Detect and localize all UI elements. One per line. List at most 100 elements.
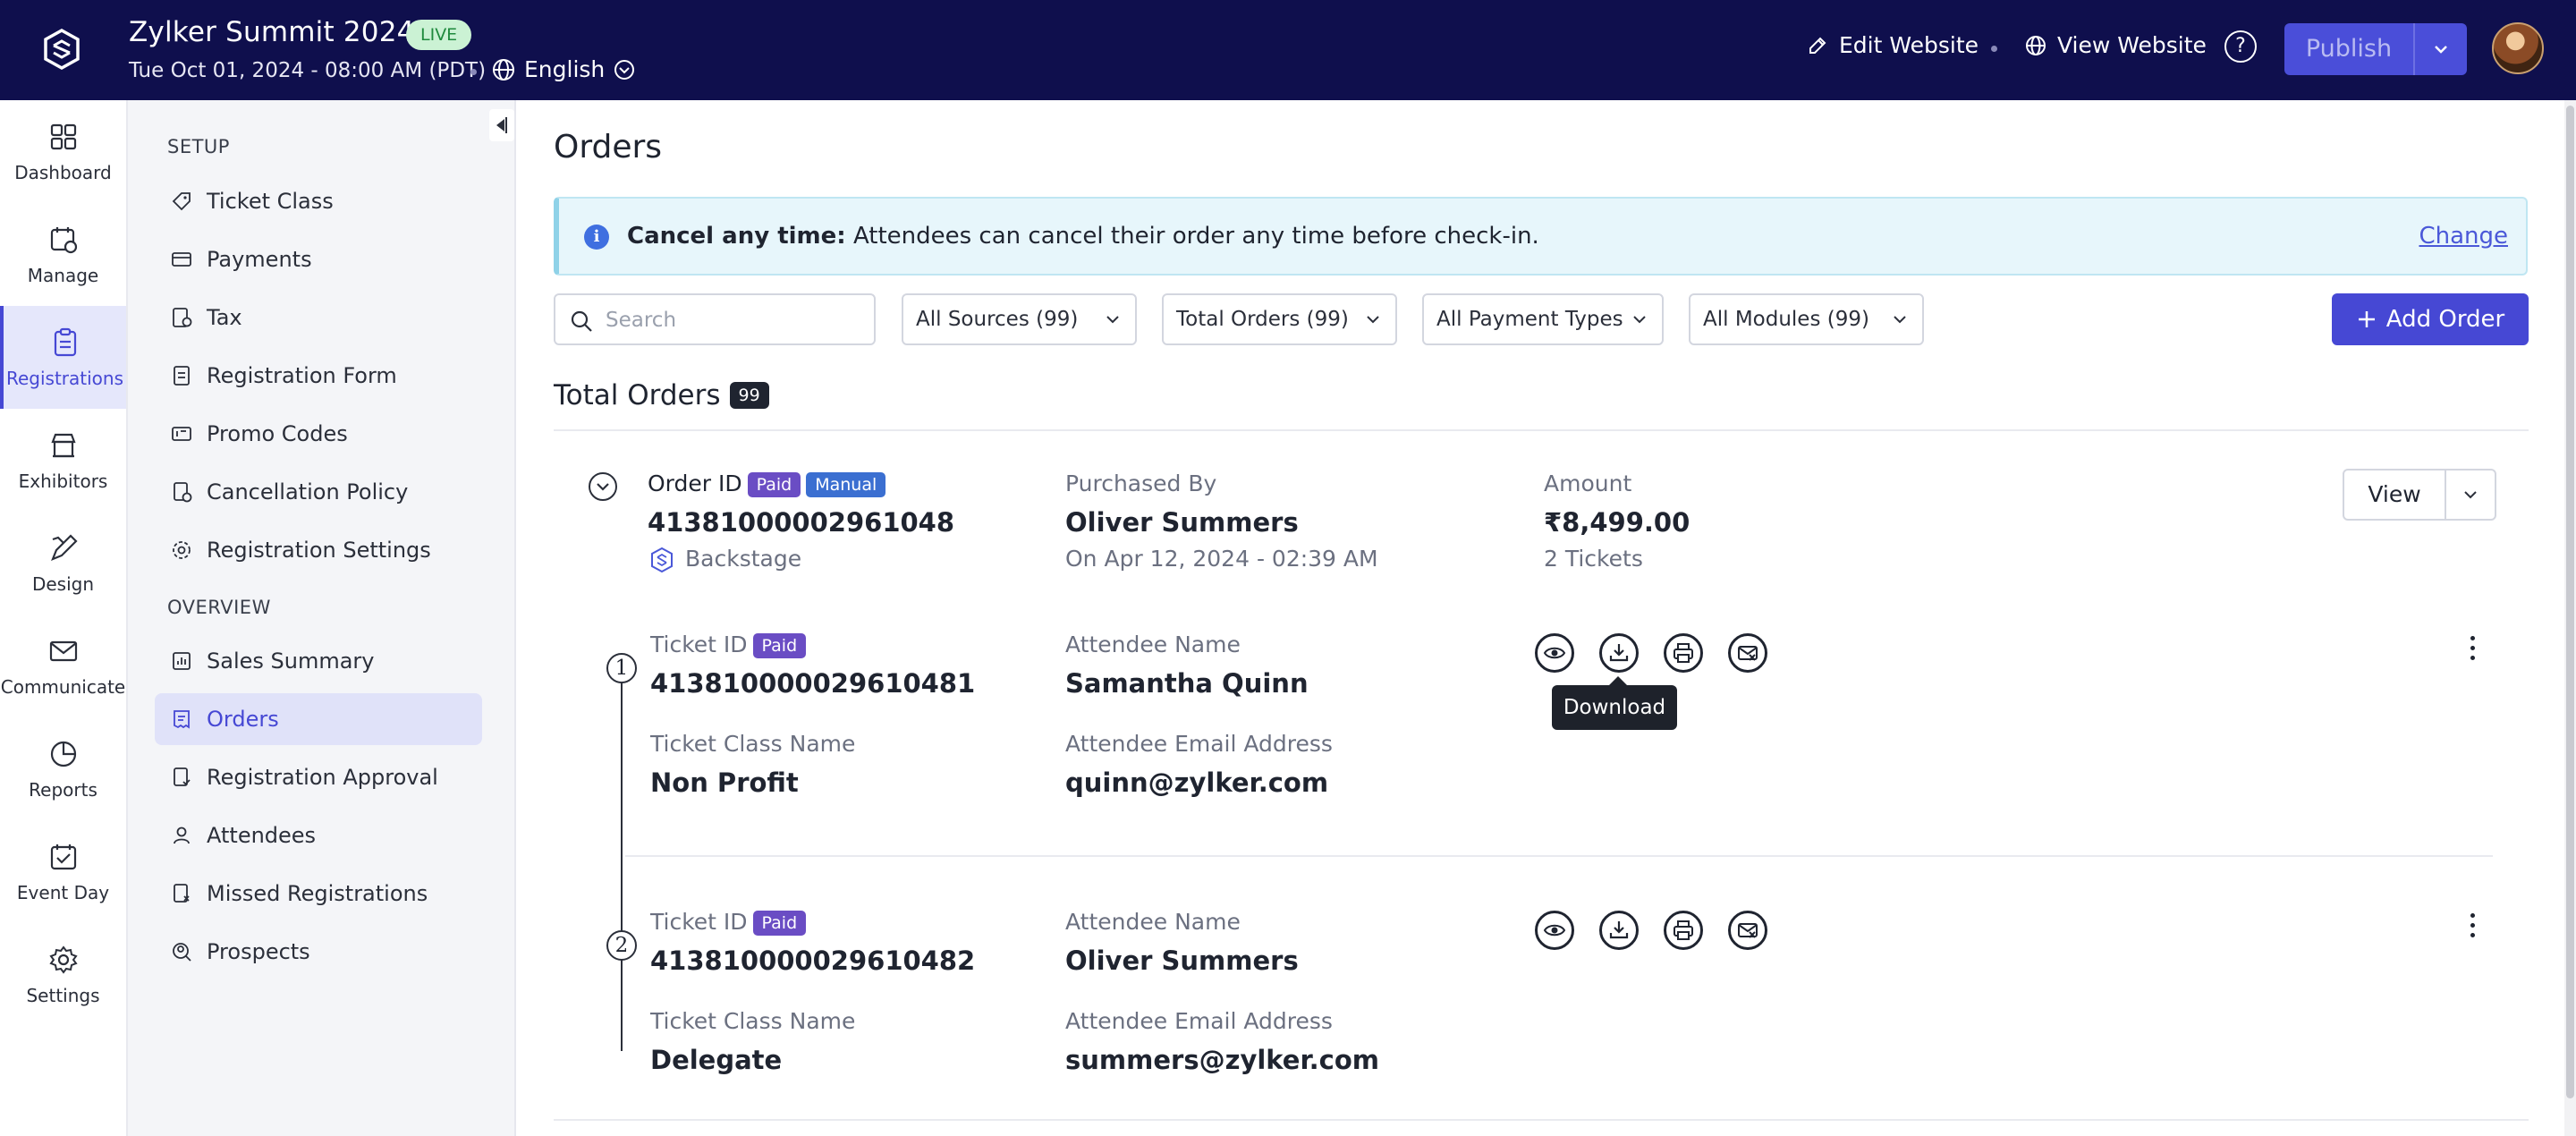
print-ticket-button[interactable]	[1664, 633, 1703, 673]
subnav-label: Cancellation Policy	[207, 479, 409, 504]
publish-options-button[interactable]	[2415, 23, 2467, 75]
rail-label: Manage	[27, 264, 99, 286]
subnav-item-orders[interactable]: Orders	[155, 693, 482, 745]
filter-payment-types[interactable]: All Payment Types	[1422, 293, 1664, 345]
subnav-item-prospects[interactable]: Prospects	[155, 926, 482, 978]
brand-logo-icon[interactable]	[39, 27, 84, 72]
publish-button[interactable]: Publish	[2284, 23, 2415, 75]
summary-icon	[173, 652, 191, 670]
resend-email-button[interactable]	[1728, 633, 1767, 673]
subnav-item-sales-summary[interactable]: Sales Summary	[155, 635, 482, 687]
print-ticket-button[interactable]	[1664, 911, 1703, 950]
subnav-item-missed-registrations[interactable]: Missed Registrations	[155, 868, 482, 920]
add-order-button[interactable]: Add Order	[2332, 293, 2529, 345]
divider	[554, 1119, 2529, 1121]
search-input[interactable]	[606, 304, 865, 336]
download-icon	[1609, 921, 1629, 939]
attendee-name: Samantha Quinn	[1065, 668, 1309, 699]
attendee-email-label: Attendee Email Address	[1065, 1008, 1333, 1034]
subnav-item-registration-form[interactable]: Registration Form	[155, 350, 482, 402]
ticket-id-label-row: Ticket ID Paid	[650, 632, 807, 658]
collapse-sidebar-icon[interactable]	[489, 109, 514, 141]
ticket-timeline	[621, 666, 623, 1051]
rail-item-reports[interactable]: Reports	[0, 717, 126, 820]
subnav-item-ticket-class[interactable]: Ticket Class	[155, 175, 482, 227]
search-box	[554, 293, 876, 345]
subnav-item-promo-codes[interactable]: Promo Codes	[155, 408, 482, 460]
change-link[interactable]: Change	[2419, 223, 2508, 250]
edit-website-link[interactable]: Edit Website	[1807, 32, 1979, 58]
resend-email-button[interactable]	[1728, 911, 1767, 950]
overview-heading: OVERVIEW	[167, 597, 271, 618]
registrations-icon	[54, 327, 76, 356]
main-nav-rail: Dashboard Manage Registrations Exhibitor…	[0, 100, 128, 1136]
subnav-item-registration-settings[interactable]: Registration Settings	[155, 524, 482, 576]
view-ticket-button[interactable]	[1535, 911, 1574, 950]
filter-modules[interactable]: All Modules (99)	[1689, 293, 1924, 345]
chevron-down-icon	[1633, 316, 1646, 324]
paid-badge: Paid	[752, 911, 807, 936]
subnav-item-tax[interactable]: Tax	[155, 292, 482, 343]
filter-total-orders[interactable]: Total Orders (99)	[1162, 293, 1397, 345]
subnav-item-cancellation-policy[interactable]: Cancellation Policy	[155, 466, 482, 518]
plus-icon	[2358, 311, 2375, 327]
expand-order-button[interactable]	[589, 472, 617, 501]
rail-item-manage[interactable]: Manage	[0, 203, 126, 306]
user-avatar[interactable]	[2492, 22, 2544, 74]
rail-item-settings[interactable]: Settings	[0, 923, 126, 1026]
help-icon[interactable]: ?	[2224, 30, 2257, 63]
view-button[interactable]: View	[2344, 471, 2446, 519]
scrollbar-thumb[interactable]	[2566, 106, 2574, 1098]
rail-item-registrations[interactable]: Registrations	[0, 306, 126, 409]
exhibitors-icon	[50, 433, 76, 457]
subnav-label: Tax	[207, 305, 242, 330]
more-options-icon[interactable]	[2469, 636, 2476, 663]
view-options-button[interactable]	[2446, 471, 2495, 519]
view-ticket-button[interactable]	[1535, 633, 1574, 673]
subnav-item-registration-approval[interactable]: Registration Approval	[155, 751, 482, 803]
ticket-id: 413810000029610481	[650, 668, 976, 699]
order-id-label-row: Order ID Paid Manual	[648, 471, 886, 497]
attendee-name-label: Attendee Name	[1065, 909, 1241, 935]
filter-sources[interactable]: All Sources (99)	[902, 293, 1137, 345]
promo-icon	[172, 427, 191, 441]
chevron-down-icon	[1367, 316, 1379, 324]
purchased-by-label: Purchased By	[1065, 471, 1217, 496]
rail-item-exhibitors[interactable]: Exhibitors	[0, 409, 126, 512]
chevron-down-circle-icon	[614, 59, 635, 80]
form-icon	[174, 366, 190, 386]
download-ticket-button[interactable]	[1599, 633, 1639, 673]
order-id-label: Order ID	[648, 471, 742, 496]
info-text: Cancel any time: Attendees can cancel th…	[627, 223, 1539, 250]
rail-item-communicate[interactable]: Communicate	[0, 615, 126, 717]
design-icon	[50, 533, 78, 561]
chevron-down-icon	[2435, 46, 2447, 54]
ticket-class-label: Ticket Class Name	[650, 1008, 856, 1034]
gear-icon	[173, 541, 191, 559]
view-website-link[interactable]: View Website	[2025, 32, 2207, 58]
card-icon	[172, 252, 191, 267]
rail-item-dashboard[interactable]: Dashboard	[0, 100, 126, 203]
communicate-icon	[49, 640, 77, 661]
print-icon	[1674, 643, 1693, 663]
rail-item-design[interactable]: Design	[0, 512, 126, 615]
filter-label: All Sources (99)	[916, 308, 1079, 331]
ticket-icon	[172, 192, 191, 211]
globe-icon	[493, 58, 514, 81]
order-amount: ₹8,499.00	[1544, 507, 1690, 538]
download-ticket-button[interactable]	[1599, 911, 1639, 950]
rail-item-event-day[interactable]: Event Day	[0, 820, 126, 923]
subnav-item-attendees[interactable]: Attendees	[155, 810, 482, 861]
setup-heading: SETUP	[167, 136, 230, 157]
subnav-label: Ticket Class	[207, 189, 334, 214]
subnav-label: Registration Form	[207, 363, 397, 388]
subnav-label: Payments	[207, 247, 312, 272]
separator-dot	[470, 69, 477, 75]
ticket-class-label: Ticket Class Name	[650, 731, 856, 757]
separator-dot	[1991, 46, 1997, 52]
subnav-item-payments[interactable]: Payments	[155, 233, 482, 285]
language-selector[interactable]: English	[492, 56, 635, 82]
subnav-label: Registration Settings	[207, 538, 431, 563]
more-options-icon[interactable]	[2469, 913, 2476, 940]
divider	[554, 429, 2529, 431]
